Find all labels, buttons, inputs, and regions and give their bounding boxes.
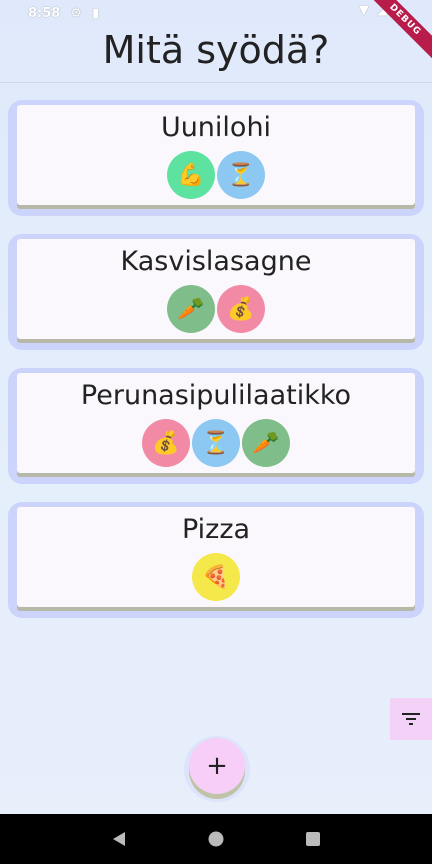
home-icon[interactable]	[207, 830, 225, 848]
hourglass-icon: ⏳	[217, 151, 265, 199]
meal-name: Uunilohi	[160, 112, 272, 143]
filter-icon	[402, 713, 420, 725]
meal-tags: 🥕 💰	[17, 285, 415, 333]
meal-card[interactable]: Perunasipulilaatikko 💰 ⏳ 🥕	[17, 373, 415, 473]
carrot-icon: 🥕	[167, 285, 215, 333]
wifi-icon: ▼	[358, 3, 369, 18]
meal-tags: 💪 ⏳	[17, 151, 415, 199]
meal-card-wrap: Pizza 🍕	[8, 502, 424, 618]
title-divider	[0, 82, 432, 83]
status-bar: 8:58 ⚙ ▮ ▼ ◢ ▮	[0, 0, 432, 26]
pizza-icon: 🍕	[192, 553, 240, 601]
flexed-biceps-icon: 💪	[167, 151, 215, 199]
meal-card-wrap: Kasvislasagne 🥕 💰	[8, 234, 424, 350]
meal-name: Kasvislasagne	[120, 246, 312, 277]
gear-icon: ⚙	[70, 5, 82, 21]
meal-card-wrap: Perunasipulilaatikko 💰 ⏳ 🥕	[8, 368, 424, 484]
system-nav-bar	[0, 814, 432, 864]
meal-card[interactable]: Uunilohi 💪 ⏳	[17, 105, 415, 205]
add-meal-button[interactable]: +	[189, 738, 245, 794]
hourglass-icon: ⏳	[192, 419, 240, 467]
meal-name: Pizza	[181, 514, 251, 545]
status-time: 8:58	[28, 5, 61, 21]
meal-card[interactable]: Pizza 🍕	[17, 507, 415, 607]
filter-button[interactable]	[390, 698, 432, 740]
back-icon[interactable]	[110, 830, 128, 848]
page-title: Mitä syödä?	[102, 28, 330, 72]
meal-tags: 💰 ⏳ 🥕	[17, 419, 415, 467]
money-bag-icon: 💰	[142, 419, 190, 467]
carrot-icon: 🥕	[242, 419, 290, 467]
meal-tags: 🍕	[17, 553, 415, 601]
sd-card-icon: ▮	[92, 5, 100, 21]
meal-name: Perunasipulilaatikko	[80, 380, 352, 411]
money-bag-icon: 💰	[217, 285, 265, 333]
recents-icon[interactable]	[304, 830, 322, 848]
meal-card-wrap: Uunilohi 💪 ⏳	[8, 100, 424, 216]
meal-card[interactable]: Kasvislasagne 🥕 💰	[17, 239, 415, 339]
